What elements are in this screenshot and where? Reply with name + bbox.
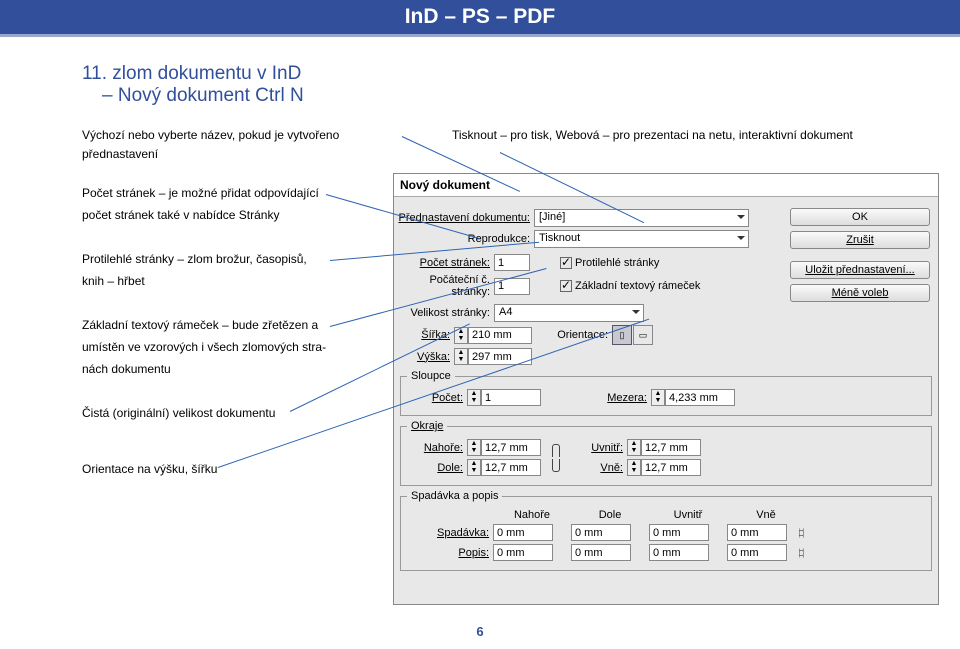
margin-outside-stepper[interactable]: ▲▼: [627, 459, 701, 476]
bleed-outside-input[interactable]: [727, 524, 787, 541]
page-number: 6: [0, 624, 960, 639]
gutter-input[interactable]: [665, 389, 735, 406]
save-preset-button[interactable]: Uložit přednastavení...: [790, 261, 930, 279]
facing-pages-label: Protilehlé stránky: [575, 257, 659, 269]
bleed-row-label: Spadávka:: [407, 527, 493, 539]
callout-page-count-2: počet stránek také v nabídce Stránky: [82, 206, 412, 225]
gutter-label: Mezera:: [541, 392, 651, 404]
bleed-slug-legend: Spadávka a popis: [407, 490, 502, 502]
slug-link-icon[interactable]: [797, 548, 803, 556]
callout-textframe-1: Základní textový rámeček – bude zřetězen…: [82, 316, 412, 335]
preset-label: Přednastavení dokumentu:: [394, 212, 534, 224]
preset-dropdown[interactable]: [Jiné]: [534, 209, 749, 227]
col-head-bottom: Dole: [571, 509, 649, 521]
page-count-input[interactable]: [494, 254, 530, 271]
bleed-inside-input[interactable]: [649, 524, 709, 541]
margin-bottom-label: Dole:: [407, 462, 467, 474]
margins-group: Okraje Nahoře: ▲▼ Dole: ▲▼ Uvnitř:: [400, 420, 932, 486]
margin-outside-label: Vně:: [567, 462, 627, 474]
width-input[interactable]: [468, 327, 532, 344]
margins-legend: Okraje: [407, 420, 447, 432]
bleed-top-input[interactable]: [493, 524, 553, 541]
bleed-slug-group: Spadávka a popis Nahoře Dole Uvnitř Vně …: [400, 490, 932, 571]
bleed-bottom-input[interactable]: [571, 524, 631, 541]
slug-row-label: Popis:: [407, 547, 493, 559]
ok-button[interactable]: OK: [790, 208, 930, 226]
page-header-bar: InD – PS – PDF: [0, 0, 960, 34]
page-size-dropdown[interactable]: A4: [494, 304, 644, 322]
dialog-title: Nový dokument: [394, 174, 938, 197]
cancel-button[interactable]: Zrušit: [790, 231, 930, 249]
slug-top-input[interactable]: [493, 544, 553, 561]
callout-preset: Výchozí nebo vyberte název, pokud je vyt…: [82, 126, 412, 163]
orientation-landscape-button[interactable]: ▭: [633, 325, 653, 345]
section-heading: 11. zlom dokumentu v InD – Nový dokument…: [82, 63, 304, 107]
col-head-outside: Vně: [727, 509, 805, 521]
margin-bottom-stepper[interactable]: ▲▼: [467, 459, 541, 476]
bleed-link-icon[interactable]: [797, 528, 803, 536]
fewer-options-button[interactable]: Méně voleb: [790, 284, 930, 302]
intent-dropdown[interactable]: Tisknout: [534, 230, 749, 248]
callout-page-count-1: Počet stránek – je možné přidat odpovída…: [82, 184, 412, 203]
width-stepper[interactable]: ▲▼: [454, 327, 532, 344]
callout-facing-2: knih – hřbet: [82, 272, 412, 291]
margin-bottom-input[interactable]: [481, 459, 541, 476]
column-count-input[interactable]: [481, 389, 541, 406]
col-head-top: Nahoře: [493, 509, 571, 521]
margin-top-input[interactable]: [481, 439, 541, 456]
page-count-label: Počet stránek:: [394, 257, 494, 269]
slug-inside-input[interactable]: [649, 544, 709, 561]
col-head-inside: Uvnitř: [649, 509, 727, 521]
page-size-label: Velikost stránky:: [394, 307, 494, 319]
heading-line2: – Nový dokument Ctrl N: [102, 85, 304, 107]
callout-facing-1: Protilehlé stránky – zlom brožur, časopi…: [82, 250, 412, 269]
callout-textframe-2: umístěn ve vzorových i všech zlomových s…: [82, 338, 412, 357]
callout-intent: Tisknout – pro tisk, Webová – pro prezen…: [452, 126, 862, 145]
callout-orientation: Orientace na výšku, šířku: [82, 460, 412, 479]
columns-legend: Sloupce: [407, 370, 455, 382]
margin-inside-stepper[interactable]: ▲▼: [627, 439, 701, 456]
margin-outside-input[interactable]: [641, 459, 701, 476]
gutter-stepper[interactable]: ▲▼: [651, 389, 735, 406]
column-count-stepper[interactable]: ▲▼: [467, 389, 541, 406]
margin-top-stepper[interactable]: ▲▼: [467, 439, 541, 456]
slug-outside-input[interactable]: [727, 544, 787, 561]
callout-page-size: Čistá (originální) velikost dokumentu: [82, 404, 412, 423]
margin-link-icon[interactable]: [549, 442, 559, 474]
master-text-frame-checkbox[interactable]: [560, 280, 572, 292]
margin-inside-input[interactable]: [641, 439, 701, 456]
heading-line1: 11. zlom dokumentu v InD: [82, 63, 304, 85]
slug-bottom-input[interactable]: [571, 544, 631, 561]
margin-top-label: Nahoře:: [407, 442, 467, 454]
master-text-frame-label: Základní textový rámeček: [575, 280, 700, 292]
margin-inside-label: Uvnitř:: [567, 442, 627, 454]
facing-pages-checkbox[interactable]: [560, 257, 572, 269]
